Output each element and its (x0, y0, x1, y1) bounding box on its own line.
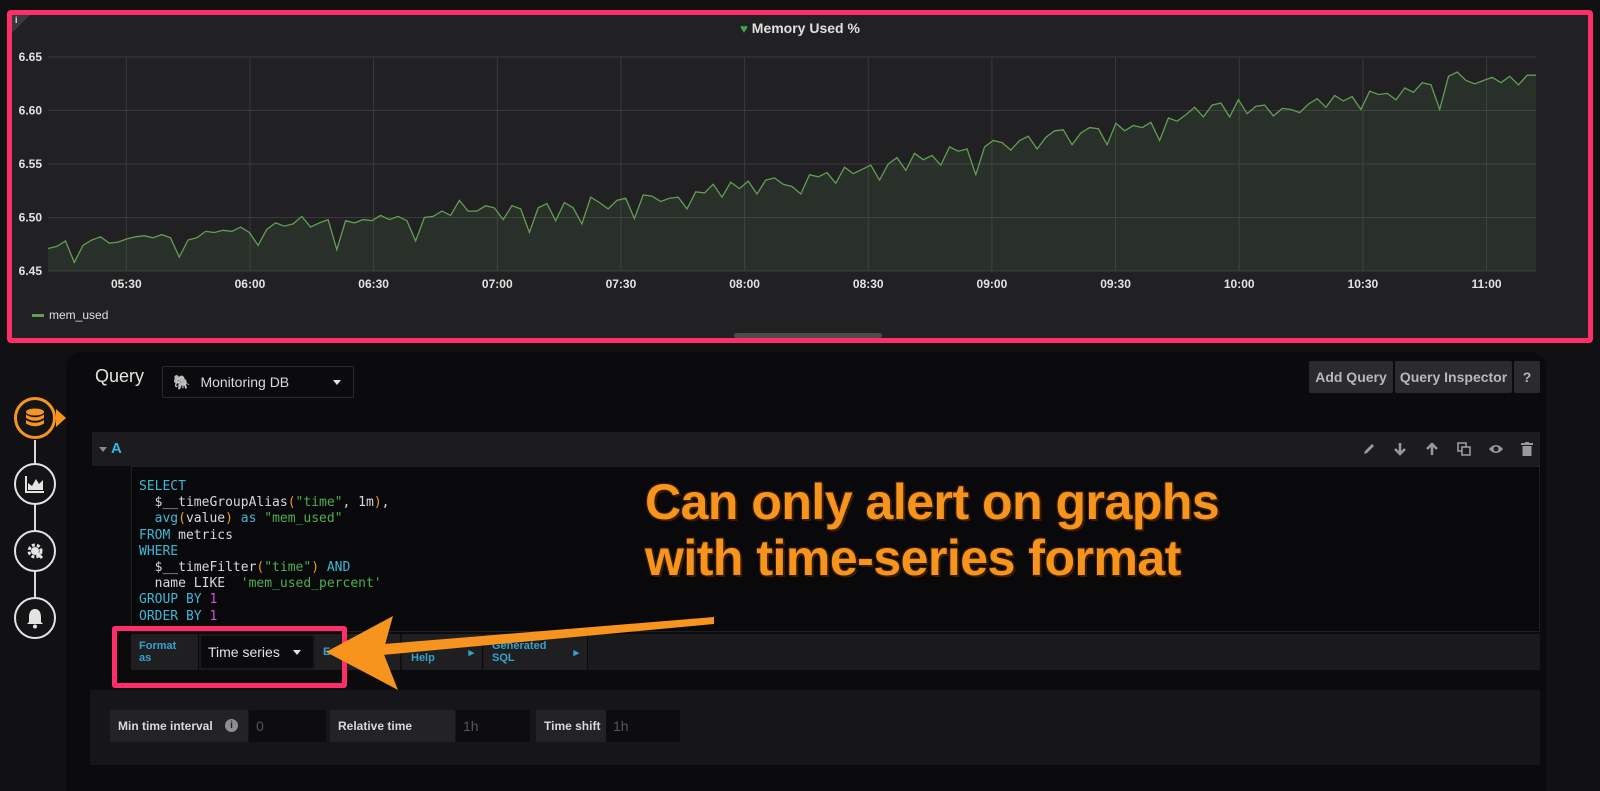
annotation-line-2: with time-series format (645, 530, 1181, 586)
legend[interactable]: mem_used (32, 308, 108, 322)
arrow-up-icon[interactable] (1423, 440, 1441, 458)
info-circle-icon[interactable]: i (225, 719, 238, 732)
y-tick-label: 6.50 (19, 211, 43, 225)
x-tick-label: 11:00 (1472, 277, 1502, 291)
format-as-highlight-box (112, 626, 347, 688)
min-time-interval-input[interactable]: 0 (249, 710, 326, 742)
step-alert[interactable] (14, 597, 56, 639)
x-tick-label: 09:30 (1100, 277, 1131, 291)
x-tick-label: 07:00 (482, 277, 513, 291)
y-tick-label: 6.60 (19, 104, 43, 118)
panel-resize-handle[interactable] (734, 333, 882, 338)
gear-wrench-icon (27, 543, 44, 560)
annotation-line-1: Can only alert on graphs (645, 474, 1220, 530)
legend-swatch (32, 313, 44, 317)
show-help-label: Show Help (411, 640, 441, 664)
x-tick-label: 10:30 (1348, 277, 1379, 291)
time-shift-label: Time shift (536, 710, 606, 742)
bell-icon (27, 609, 43, 629)
min-time-interval-label: Min time interval i (110, 710, 248, 742)
datasource-value: Monitoring DB (200, 374, 290, 390)
sql-line-8: GROUP BY 1 (139, 592, 218, 608)
datasource-select[interactable]: 🐘 Monitoring DB (162, 366, 354, 398)
chevron-down-icon (333, 380, 341, 385)
sql-line-4: FROM metrics (139, 527, 233, 543)
sql-line-5: WHERE (139, 543, 179, 559)
x-tick-label: 10:00 (1224, 277, 1255, 291)
x-tick-label: 09:00 (977, 277, 1008, 291)
step-general[interactable] (14, 530, 56, 572)
min-time-interval-text: Min time interval (118, 719, 213, 733)
generated-sql-button[interactable]: Generated SQL ▸ (484, 634, 588, 670)
database-icon (26, 408, 44, 427)
eye-icon[interactable] (1487, 440, 1505, 458)
show-help-button[interactable]: Show Help ▸ (403, 634, 483, 670)
sql-line-9: ORDER BY 1 (139, 608, 218, 624)
sql-line-1: SELECT (139, 479, 186, 494)
x-tick-label: 08:00 (729, 277, 760, 291)
sql-line-6: $__timeFilter("time") AND (139, 560, 351, 576)
sql-line-7: name LIKE 'mem_used_percent' (139, 576, 382, 592)
time-shift-input[interactable]: 1h (606, 710, 680, 742)
x-tick-label: 06:00 (235, 277, 266, 291)
add-query-button[interactable]: Add Query (1309, 361, 1393, 393)
help-button[interactable]: ? (1514, 361, 1540, 393)
query-inspector-button[interactable]: Query Inspector (1395, 361, 1512, 393)
x-tick-label: 06:30 (358, 277, 389, 291)
y-tick-label: 6.65 (19, 50, 43, 64)
relative-time-label: Relative time (330, 710, 455, 742)
active-step-pointer (56, 409, 66, 427)
query-row-header[interactable]: A (92, 432, 1540, 466)
postgres-elephant-icon: 🐘 (173, 373, 191, 390)
step-visualization[interactable] (14, 463, 56, 505)
x-tick-label: 07:30 (606, 277, 637, 291)
query-label: Query (95, 366, 145, 386)
x-tick-label: 05:30 (111, 277, 142, 291)
y-tick-label: 6.55 (19, 157, 43, 171)
generated-sql-label: Generated SQL (492, 640, 547, 664)
pencil-icon[interactable] (1360, 440, 1378, 458)
query-options-panel: Min time interval i 0 Relative time 1h T… (90, 690, 1540, 765)
step-queries[interactable] (14, 397, 56, 439)
sql-line-2: $__timeGroupAlias("time", 1m), (139, 495, 390, 511)
annotation-callout: Can only alert on graphs with time-serie… (645, 474, 1220, 586)
trash-icon[interactable] (1518, 440, 1536, 458)
collapse-caret-icon[interactable] (99, 447, 107, 452)
relative-time-input[interactable]: 1h (456, 710, 530, 742)
duplicate-icon[interactable] (1455, 440, 1473, 458)
x-tick-label: 08:30 (853, 277, 884, 291)
memory-chart: 6.45 6.50 6.55 6.60 6.65 05:30 06:00 06:30 07:00… (19, 50, 1536, 291)
query-ref-id[interactable]: A (111, 440, 122, 457)
graph-panel: i ♥ Memory Used % 6.45 6.50 6.55 6.60 6.65 05:… (7, 10, 1593, 343)
y-tick-label: 6.45 (19, 264, 43, 278)
arrow-down-icon[interactable] (1391, 440, 1409, 458)
area-chart-icon (25, 476, 44, 493)
sql-line-3: avg(value) as "mem_used" (154, 511, 343, 527)
legend-label[interactable]: mem_used (49, 308, 108, 322)
